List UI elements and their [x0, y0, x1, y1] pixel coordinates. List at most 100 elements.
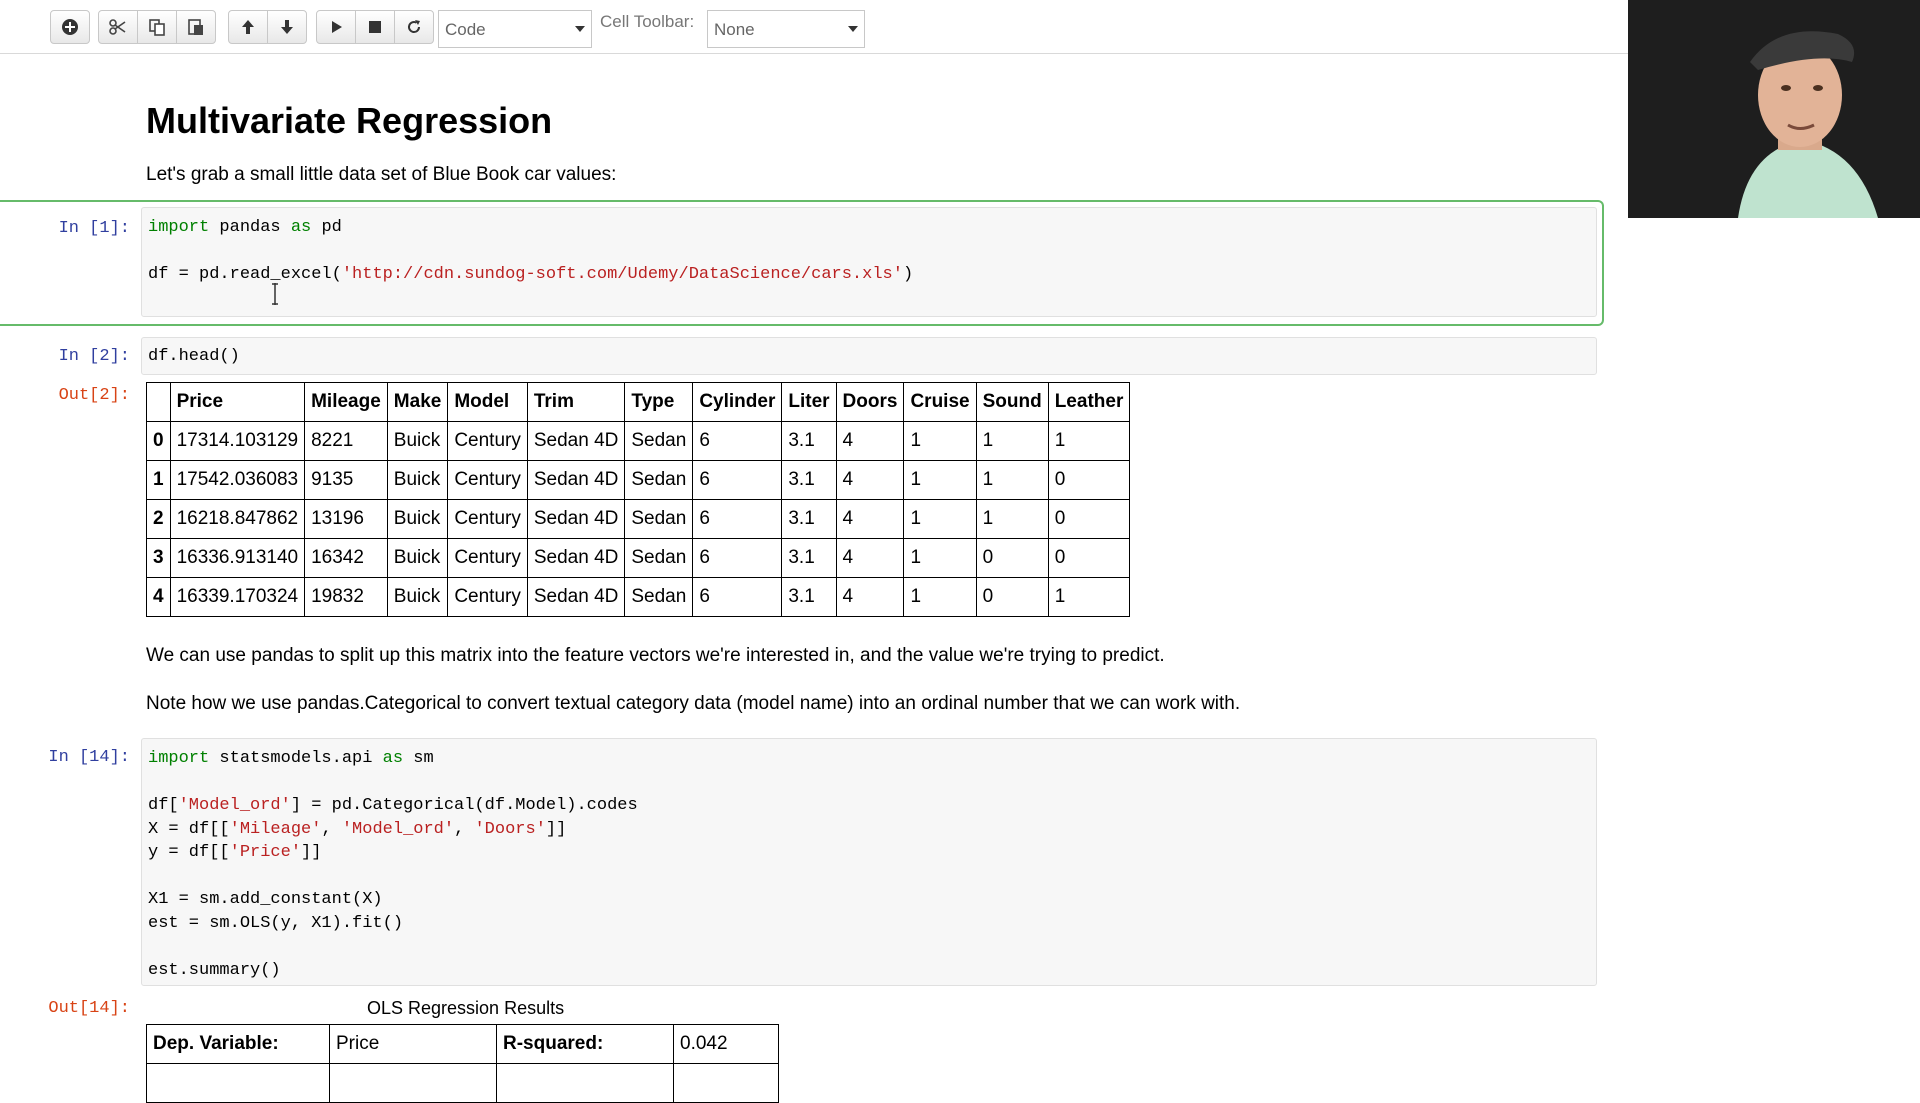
code-text: ]] — [545, 819, 567, 839]
table-cell: 16218.847862 — [169, 499, 306, 539]
markdown-categorical-note: Note how we use pandas.Categorical to co… — [146, 693, 1241, 714]
table-cell: Buick — [386, 577, 449, 617]
code-text: ) — [902, 265, 914, 284]
table-cell: 6 — [692, 499, 783, 539]
table-cell: 0 — [1047, 499, 1131, 539]
table-cell: Buick — [386, 538, 449, 578]
restart-kernel-button[interactable] — [394, 10, 434, 44]
table-cell: 9135 — [304, 460, 388, 500]
code-string: 'http://cdn.sundog-soft.com/Udemy/DataSc… — [341, 265, 903, 284]
code-keyword: as — [382, 749, 404, 768]
ols-results-title: OLS Regression Results — [367, 998, 565, 1018]
code-text: pandas — [209, 218, 291, 237]
run-cell-button[interactable] — [316, 10, 356, 44]
table-cell: 1 — [903, 538, 977, 578]
cell-1-in-prompt: In [1]: — [58, 219, 130, 238]
table-cell: 16339.170324 — [169, 577, 306, 617]
table-cell: 6 — [692, 421, 783, 461]
table-cell: 4 — [835, 577, 905, 617]
chevron-down-icon — [848, 26, 858, 32]
code-text: statsmodels.api — [209, 749, 383, 768]
arrow-down-icon — [281, 20, 293, 34]
table-row: 1 17542.036083 9135 Buick Century Sedan 4D Sed… — [146, 460, 1131, 500]
cell-3-in-prompt: In [14]: — [48, 748, 130, 767]
paste-button[interactable] — [176, 10, 216, 44]
code-keyword: import — [148, 218, 210, 237]
cell-toolbar-select[interactable]: None — [707, 10, 865, 48]
table-cell: 3.1 — [781, 499, 837, 539]
table-cell: 1 — [975, 460, 1049, 500]
cut-button[interactable] — [98, 10, 138, 44]
cell-2-out-prompt: Out[2]: — [58, 386, 130, 405]
column-header: Trim — [526, 382, 626, 422]
code-text: ] = pd.Categorical(df.Model).codes — [290, 796, 638, 815]
code-text: sm — [403, 749, 434, 768]
table-cell: Buick — [386, 421, 449, 461]
table-row: 4 16339.170324 19832 Buick Century Sedan 4D Se… — [146, 577, 1131, 617]
code-string: 'Doors' — [474, 819, 546, 839]
code-text: , — [321, 819, 342, 839]
stop-icon — [369, 21, 381, 33]
table-cell: 1 — [903, 421, 977, 461]
code-text: pd — [311, 218, 342, 237]
table-cell: Sedan 4D — [526, 538, 626, 578]
table-cell: Sedan — [624, 460, 694, 500]
table-cell: Sedan 4D — [526, 460, 626, 500]
notebook-toolbar: Code Cell Toolbar: None — [0, 0, 1628, 54]
table-row: 0 17314.103129 8221 Buick Century Sedan 4D Sed… — [146, 421, 1131, 461]
cell-toolbar-label: Cell Toolbar: — [600, 12, 695, 31]
cell-1-code-editor[interactable]: import pandas as pd df = pd.read_excel('… — [141, 207, 1597, 317]
table-cell: Sedan — [624, 577, 694, 617]
table-cell: 1 — [1047, 577, 1131, 617]
column-header — [146, 382, 171, 422]
table-cell: Century — [447, 460, 528, 500]
code-string: 'Model_ord' — [341, 819, 455, 839]
column-header: Price — [169, 382, 306, 422]
row-index: 0 — [146, 421, 171, 461]
table-cell: 3.1 — [781, 577, 837, 617]
code-text: df = pd.read_excel( — [148, 265, 342, 284]
ols-label: Dep. Variable: — [146, 1024, 330, 1064]
table-cell: 1 — [975, 421, 1049, 461]
table-cell: Sedan 4D — [526, 421, 626, 461]
table-cell: 6 — [692, 460, 783, 500]
code-text: est = sm.OLS(y, X1).fit() — [148, 913, 404, 933]
table-cell: 0 — [975, 577, 1049, 617]
table-body: 0 17314.103129 8221 Buick Century Sedan 4D Sed… — [146, 421, 1131, 617]
table-cell: 1 — [1047, 421, 1131, 461]
move-up-button[interactable] — [228, 10, 268, 44]
table-cell: 4 — [835, 538, 905, 578]
copy-button[interactable] — [137, 10, 177, 44]
cell-2-code-editor[interactable]: df.head() — [141, 337, 1597, 375]
table-cell: 1 — [903, 577, 977, 617]
move-down-button[interactable] — [267, 10, 307, 44]
column-header: Sound — [975, 382, 1049, 422]
table-cell: Century — [447, 577, 528, 617]
table-cell: 4 — [835, 499, 905, 539]
code-text: X = df[[ — [148, 819, 230, 839]
table-cell: Century — [447, 538, 528, 578]
play-icon — [332, 21, 342, 33]
cell-type-select[interactable]: Code — [438, 10, 592, 48]
scissors-icon — [109, 19, 126, 35]
text-cursor-icon — [272, 283, 278, 305]
table-cell: Century — [447, 499, 528, 539]
insert-cell-button[interactable] — [50, 10, 90, 44]
cell-toolbar-value: None — [714, 20, 755, 39]
table-cell: Sedan — [624, 499, 694, 539]
edit-group — [98, 10, 216, 44]
table-cell: 3.1 — [781, 460, 837, 500]
row-index: 4 — [146, 577, 171, 617]
table-cell: 0 — [1047, 538, 1131, 578]
copy-icon — [149, 19, 165, 36]
interrupt-kernel-button[interactable] — [355, 10, 395, 44]
table-cell — [329, 1063, 497, 1103]
run-group — [316, 10, 434, 44]
ols-value: Price — [329, 1024, 497, 1064]
insert-group — [50, 10, 90, 44]
cell-3-code-editor[interactable]: import statsmodels.api as sm df['Model_o… — [141, 738, 1597, 986]
table-cell: 0 — [1047, 460, 1131, 500]
row-index: 1 — [146, 460, 171, 500]
table-cell: Buick — [386, 499, 449, 539]
column-header: Model — [447, 382, 528, 422]
